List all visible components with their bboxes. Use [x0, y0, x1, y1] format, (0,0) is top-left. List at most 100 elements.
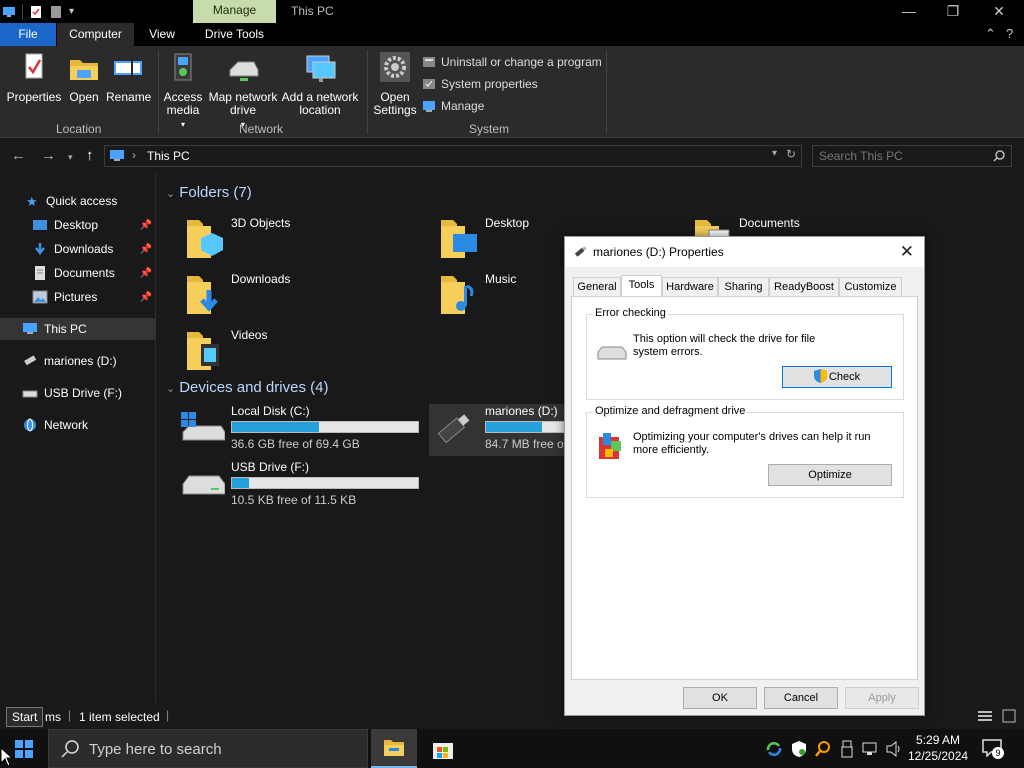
map-drive-icon	[229, 61, 259, 81]
restore-button[interactable]: ❐	[930, 0, 976, 23]
navigation-bar: ← → ▾ ↑ › This PC ▾ ↻ Search This PC	[0, 139, 1024, 173]
uninstall-program-button[interactable]: Uninstall or change a program	[422, 52, 602, 72]
system-clock[interactable]: 5:29 AM 12/25/2024	[908, 732, 968, 764]
customize-qat-icon[interactable]: ▾	[69, 6, 74, 17]
download-arrow-icon	[35, 243, 45, 256]
windows-drive-icon	[181, 412, 225, 441]
properties-icon[interactable]	[29, 5, 43, 19]
forward-arrow-icon[interactable]: →	[41, 147, 56, 164]
system-properties-button[interactable]: System properties	[422, 74, 538, 94]
pin-icon[interactable]: 📌	[140, 268, 152, 279]
sync-icon[interactable]	[766, 741, 782, 757]
search-box[interactable]: Search This PC	[812, 145, 1012, 167]
map-network-drive-button[interactable]: Map network drive ▾	[208, 52, 278, 131]
folder-downloads[interactable]: Downloads	[185, 270, 435, 320]
up-arrow-icon[interactable]: ↑	[86, 147, 94, 164]
sidebar-item-desktop[interactable]: Desktop 📌	[0, 214, 156, 236]
group-header-devices[interactable]: ⌄ Devices and drives (4)	[166, 379, 328, 396]
back-arrow-icon[interactable]: ←	[11, 147, 26, 164]
address-bar[interactable]: › This PC ▾ ↻	[104, 145, 802, 167]
sidebar-item-quick-access[interactable]: ★ Quick access	[0, 190, 156, 212]
this-pc-icon[interactable]	[2, 5, 16, 19]
sidebar-item-pictures[interactable]: Pictures 📌	[0, 286, 156, 308]
start-tooltip: Start	[6, 707, 44, 727]
help-icon[interactable]: ?	[1006, 26, 1013, 41]
pin-icon[interactable]: 📌	[140, 292, 152, 303]
manage-button[interactable]: Manage	[422, 96, 484, 116]
close-button[interactable]: ✕	[976, 0, 1022, 23]
minimize-button[interactable]: —	[886, 0, 932, 23]
access-media-button[interactable]: Access media ▾	[160, 52, 206, 131]
pin-icon[interactable]: 📌	[140, 244, 152, 255]
tab-hardware[interactable]: Hardware	[662, 277, 718, 297]
apply-button[interactable]: Apply	[845, 687, 919, 709]
this-pc-icon	[110, 150, 124, 161]
drive-local-disk-c[interactable]: Local Disk (C:) 36.6 GB free of 69.4 GB	[181, 404, 431, 456]
open-button[interactable]: Open	[64, 52, 104, 104]
folder-music-icon	[441, 276, 474, 314]
tab-drive-tools[interactable]: Drive Tools	[193, 23, 276, 46]
search-icon[interactable]	[993, 150, 1005, 162]
details-view-icon[interactable]	[978, 710, 992, 722]
rename-button[interactable]: Rename	[106, 52, 151, 104]
taskbar-search[interactable]: Type here to search	[48, 729, 368, 768]
refresh-icon[interactable]: ↻	[786, 147, 796, 161]
windows-start-icon[interactable]	[15, 740, 33, 758]
tab-computer[interactable]: Computer	[57, 23, 134, 46]
sidebar-item-documents[interactable]: Documents 📌	[0, 262, 156, 284]
sidebar-item-this-pc[interactable]: This PC	[0, 318, 156, 340]
drive-usage-bar	[231, 421, 419, 433]
taskbar-search-input[interactable]: Type here to search	[89, 741, 222, 758]
taskbar-file-explorer[interactable]	[371, 729, 417, 768]
folder-3d-objects[interactable]: 3D Objects	[185, 214, 435, 264]
drive-free-space: 36.6 GB free of 69.4 GB	[231, 437, 360, 451]
tab-tools[interactable]: Tools	[621, 275, 662, 297]
security-shield-icon[interactable]	[791, 740, 807, 758]
open-settings-button[interactable]: Open Settings	[372, 52, 418, 117]
action-center-button[interactable]: 9	[982, 739, 1004, 759]
breadcrumb-chevron-icon: ›	[132, 148, 136, 162]
add-network-location-button[interactable]: Add a network location	[280, 52, 360, 117]
sidebar-item-usb-drive-f[interactable]: USB Drive (F:)	[0, 382, 156, 404]
title-bar: ▾ Manage This PC — ❐ ✕	[0, 0, 1024, 23]
tab-manage[interactable]: Manage	[193, 0, 276, 23]
usb-eject-icon[interactable]	[840, 740, 854, 758]
chevron-down-icon[interactable]: ▾	[772, 148, 777, 159]
tab-view[interactable]: View	[138, 23, 186, 46]
tab-readyboost[interactable]: ReadyBoost	[769, 277, 839, 297]
sidebar-item-downloads[interactable]: Downloads 📌	[0, 238, 156, 260]
collapse-ribbon-icon[interactable]: ⌃	[985, 26, 996, 42]
ok-button[interactable]: OK	[683, 687, 757, 709]
cancel-button[interactable]: Cancel	[764, 687, 838, 709]
folder-label: Videos	[231, 328, 268, 342]
sidebar-item-mariones-d[interactable]: mariones (D:)	[0, 350, 156, 372]
properties-button[interactable]: Properties	[6, 52, 62, 104]
folder-videos[interactable]: Videos	[185, 326, 435, 376]
recent-locations-icon[interactable]: ▾	[68, 152, 73, 163]
check-button[interactable]: Check	[782, 366, 892, 388]
sidebar-item-network[interactable]: Network	[0, 414, 156, 436]
optimize-button[interactable]: Optimize	[768, 464, 892, 486]
volume-icon[interactable]	[886, 741, 904, 757]
large-icons-view-icon[interactable]	[1002, 709, 1016, 723]
dialog-title-bar[interactable]: mariones (D:) Properties ✕	[565, 237, 924, 267]
dialog-close-button[interactable]: ✕	[900, 242, 914, 262]
divider	[22, 3, 23, 20]
tab-sharing[interactable]: Sharing	[718, 277, 769, 297]
tab-file[interactable]: File	[0, 23, 56, 46]
system-properties-icon	[423, 79, 435, 89]
drive-usb-drive-f[interactable]: USB Drive (F:) 10.5 KB free of 11.5 KB	[181, 460, 431, 512]
open-settings-label: Open Settings	[373, 90, 417, 117]
new-folder-icon[interactable]	[49, 5, 63, 19]
system-properties-label: System properties	[441, 77, 538, 91]
network-status-icon[interactable]	[862, 741, 880, 757]
tab-customize[interactable]: Customize	[839, 277, 902, 297]
tab-general[interactable]: General	[573, 277, 621, 297]
address-path[interactable]: This PC	[147, 149, 190, 163]
magnifier-icon[interactable]	[815, 740, 831, 758]
search-input[interactable]: Search This PC	[819, 149, 903, 163]
pin-icon[interactable]: 📌	[140, 220, 152, 231]
taskbar-microsoft-store[interactable]	[420, 729, 466, 768]
network-icon	[24, 418, 36, 432]
group-header-folders[interactable]: ⌄ Folders (7)	[166, 184, 252, 201]
